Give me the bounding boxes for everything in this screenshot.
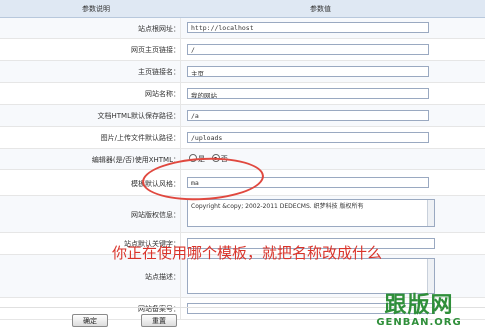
table-row: 文档HTML默认保存路径： /a [0,105,485,127]
table-row: 网站版权信息： Copyright &copy; 2002-2011 DEDEC… [0,196,485,233]
annotation-text: 你正在使用哪个模板，就把名称改成什么 [112,244,383,262]
table-row: 网页主页链接： / [0,39,485,61]
homepage-link-input[interactable]: / [187,44,429,55]
table-row: 主页链接名： 主页 [0,61,485,83]
textarea-scrollbar[interactable] [427,200,434,226]
site-root-url-label: 站点根网址： [138,25,180,33]
copyright-label: 网站版权信息： [131,211,180,219]
copyright-textarea[interactable]: Copyright &copy; 2002-2011 DEDECMS. 织梦科技… [187,199,435,227]
confirm-button[interactable]: 确定 [72,314,108,327]
copyright-text: Copyright &copy; 2002-2011 DEDECMS. 织梦科技… [191,203,364,210]
homepage-link-name-label: 主页链接名： [138,68,180,76]
header-param-label: 参数说明 [82,5,110,13]
homepage-link-name-input[interactable]: 主页 [187,66,429,77]
html-save-path-input[interactable]: /a [187,110,429,121]
watermark-en: GENBAN.ORG [376,317,462,328]
site-description-textarea[interactable] [187,258,435,294]
icp-number-label: 网站备案号： [138,305,180,313]
watermark-logo: 跟版网 GENBAN.ORG [359,293,479,329]
site-name-input[interactable]: 我的网站 [187,88,429,99]
site-description-label: 站点描述： [145,273,180,281]
textarea-scrollbar[interactable] [427,259,434,293]
site-name-label: 网站名称： [145,90,180,98]
homepage-link-label: 网页主页链接： [131,46,180,54]
html-save-path-label: 文档HTML默认保存路径： [97,112,180,120]
site-root-url-input[interactable]: http://localhost [187,22,429,33]
watermark-cn: 跟版网 [384,293,454,318]
reset-button[interactable]: 重置 [141,314,177,327]
table-header: 参数说明 参数值 [0,0,485,18]
upload-path-input[interactable]: /uploads [187,132,429,143]
table-row: 图片/上传文件默认路径： /uploads [0,127,485,149]
header-value-label: 参数值 [310,5,331,13]
table-row: 网站名称： 我的网站 [0,83,485,105]
table-row: 站点根网址： http://localhost [0,18,485,39]
upload-path-label: 图片/上传文件默认路径： [100,134,180,142]
